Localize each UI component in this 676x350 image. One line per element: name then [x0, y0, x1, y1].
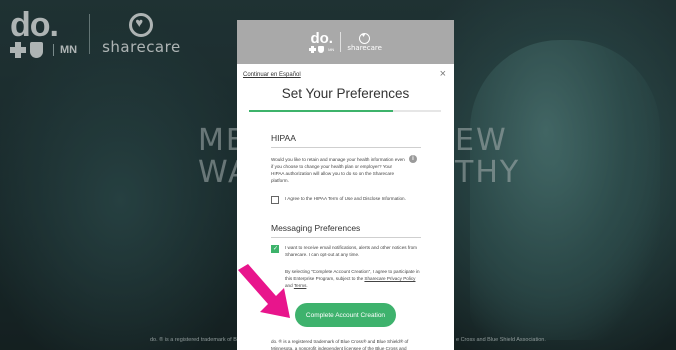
blue-cross-icon — [309, 45, 317, 53]
modal-title: Set Your Preferences — [281, 86, 410, 101]
blue-shield-icon — [318, 45, 325, 53]
hipaa-description: Would you like to retain and manage your… — [271, 157, 405, 183]
sharecare-heart-icon — [359, 32, 371, 44]
messaging-title: Messaging Preferences — [271, 223, 421, 238]
consent-text-period: . — [306, 283, 308, 288]
messaging-checkbox-label: I want to receive email notifications, a… — [285, 245, 418, 257]
sharecare-logo-text: sharecare — [347, 43, 382, 52]
state-label: MN — [328, 46, 335, 52]
spanish-language-link[interactable]: Continuar en Español — [243, 72, 301, 78]
hipaa-title: HIPAA — [271, 133, 421, 148]
privacy-policy-link[interactable]: Sharecare Privacy Policy — [364, 276, 415, 281]
modal-brand-logo: do. MN sharecare — [309, 29, 382, 53]
terms-link[interactable]: Terms — [294, 283, 307, 288]
pink-arrow-icon — [238, 264, 290, 318]
close-icon[interactable]: × — [440, 68, 446, 80]
info-icon[interactable]: i — [409, 155, 417, 163]
trademark-text: do. ® is a registered trademark of Blue … — [271, 339, 409, 350]
messaging-consent-row: I want to receive email notifications, a… — [271, 244, 421, 258]
modal-header: do. MN sharecare — [237, 20, 454, 64]
logo-divider — [340, 32, 342, 52]
progress-bar — [249, 110, 441, 112]
hipaa-consent-row: I Agree to the HIPAA Term of Use and Dis… — [271, 195, 421, 204]
hipaa-checkbox[interactable] — [271, 196, 279, 204]
progress-bar-fill — [249, 110, 393, 112]
hipaa-checkbox-label: I Agree to the HIPAA Term of Use and Dis… — [285, 196, 406, 201]
do-logo-text: do. — [310, 29, 333, 47]
complete-account-creation-button[interactable]: Complete Account Creation — [295, 303, 396, 327]
messaging-checkbox[interactable] — [271, 245, 279, 253]
hipaa-section: HIPAA Would you like to retain and manag… — [271, 133, 421, 204]
